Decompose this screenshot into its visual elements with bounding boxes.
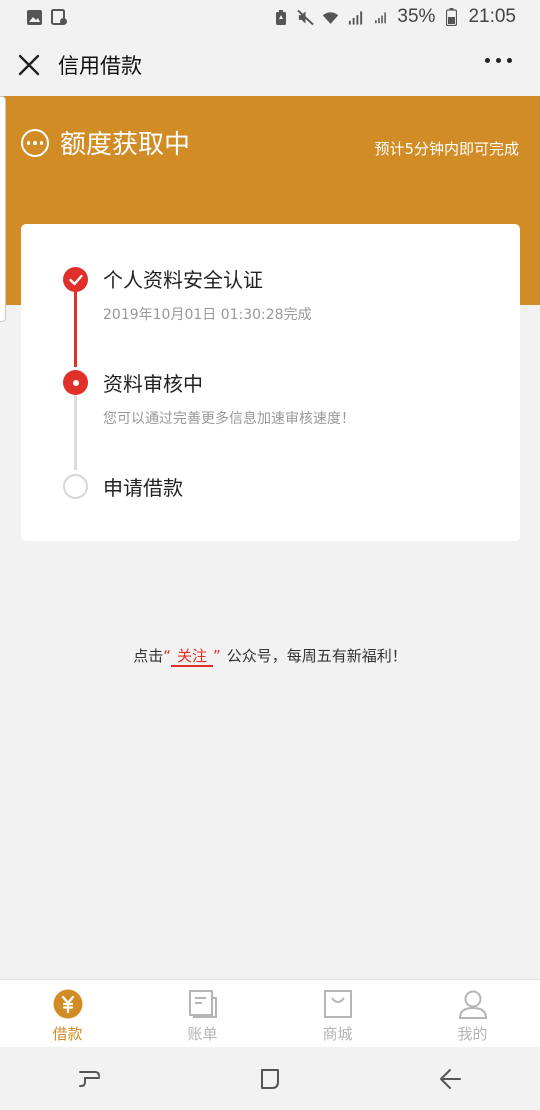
shopping-bag-icon — [322, 988, 354, 1020]
wifi-icon — [322, 9, 339, 26]
banner-eta: 预计5分钟内即可完成 — [374, 140, 519, 158]
step-title: 资料审核中 — [103, 372, 203, 396]
clock: 21:05 — [468, 6, 516, 27]
tab-mine[interactable]: 我的 — [405, 980, 540, 1047]
step-title: 申请借款 — [103, 476, 183, 500]
screenshot-icon — [51, 8, 68, 26]
progress-card: 个人资料安全认证 2019年10月01日 01:30:28完成 资料审核中 您可… — [21, 224, 520, 541]
pending-icon — [21, 129, 49, 157]
status-bar: 35% 21:05 — [0, 0, 540, 34]
close-quote: ” — [213, 647, 221, 665]
tab-label: 账单 — [187, 1025, 218, 1043]
signal-2g-icon — [372, 9, 389, 26]
side-tab[interactable] — [0, 96, 6, 322]
progress-line-pending — [74, 392, 77, 470]
back-icon[interactable] — [428, 1057, 472, 1101]
page-title: 信用借款 — [58, 54, 142, 78]
more-icon[interactable] — [481, 54, 516, 67]
follow-suffix: 公众号，每周五有新福利！ — [226, 647, 407, 665]
status-left — [26, 8, 68, 26]
system-nav-bar — [0, 1047, 540, 1110]
gallery-icon — [26, 9, 43, 26]
progress-line-done — [74, 279, 77, 367]
follow-tip: 点击“ 关注” 公众号，每周五有新福利！ — [0, 645, 540, 667]
tab-label: 商城 — [322, 1025, 353, 1043]
status-right: 35% 21:05 — [272, 6, 516, 28]
current-step-icon — [63, 370, 88, 395]
close-icon[interactable] — [16, 52, 42, 78]
person-icon — [457, 988, 489, 1020]
home-icon[interactable] — [248, 1057, 292, 1101]
follow-prefix: 点击 — [133, 647, 164, 665]
battery-icon — [443, 8, 460, 26]
check-icon — [63, 267, 88, 292]
battery-saver-icon — [272, 9, 289, 26]
open-quote: “ — [163, 647, 171, 665]
mute-icon — [297, 9, 315, 26]
step-subtitle: 2019年10月01日 01:30:28完成 — [103, 307, 312, 323]
tab-loan[interactable]: 借款 — [0, 980, 135, 1047]
banner-title: 额度获取中 — [60, 130, 191, 160]
pending-step-icon — [63, 474, 88, 499]
tab-mall[interactable]: 商城 — [270, 980, 405, 1047]
signal-4g-icon — [347, 9, 364, 26]
tab-label: 我的 — [457, 1025, 488, 1043]
yuan-coin-icon — [52, 988, 84, 1020]
tab-label: 借款 — [52, 1025, 83, 1043]
battery-percent: 35% — [397, 6, 436, 27]
bill-icon — [187, 988, 219, 1020]
tab-bill[interactable]: 账单 — [135, 980, 270, 1047]
recent-apps-icon[interactable] — [68, 1057, 112, 1101]
step-subtitle: 您可以通过完善更多信息加速审核速度！ — [103, 411, 355, 427]
nav-header: 信用借款 — [0, 34, 540, 96]
follow-link[interactable]: 关注 — [170, 647, 213, 667]
step-title: 个人资料安全认证 — [103, 268, 263, 292]
tab-bar: 借款 账单 商城 我的 — [0, 979, 540, 1047]
